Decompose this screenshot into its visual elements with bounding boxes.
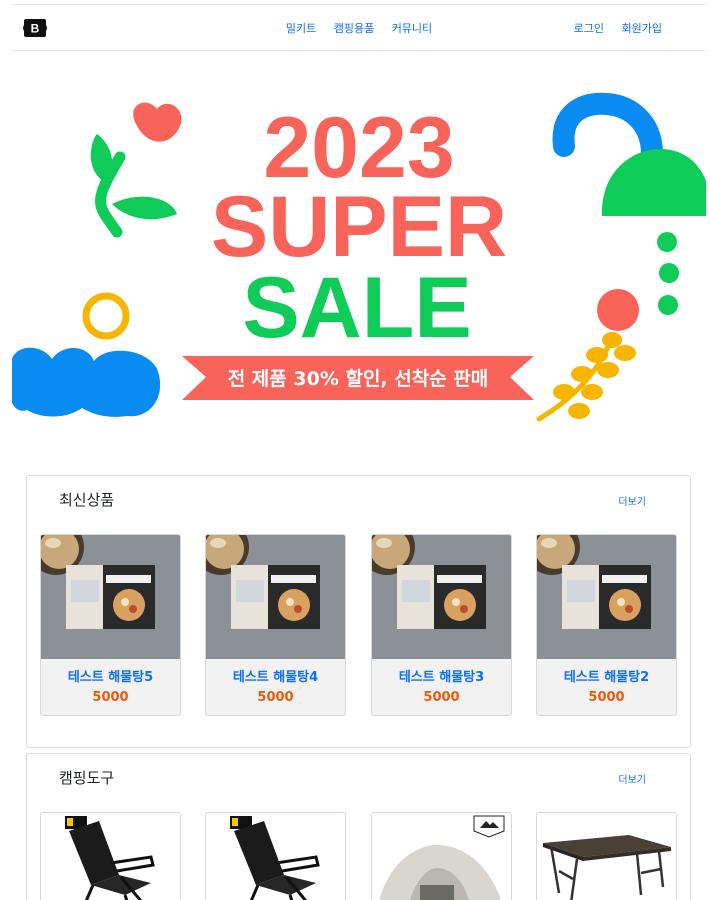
product-price: 5000 [423,690,460,705]
blue-cloud-decoration [12,347,161,417]
green-dome-decoration [601,149,706,216]
product-card[interactable]: 테스트 해물탕2 5000 [536,534,677,716]
new-products-section: 최신상품 더보기 테스트 해물탕5 5000 테스트 해물탕4 5000 테스트… [26,475,691,748]
sale-banner[interactable]: 2023 SUPER SALE 전 제품 30% 할인, 선착순 판매 [12,74,706,444]
more-link-camping[interactable]: 더보기 [618,771,646,786]
tulip-decoration [90,102,182,238]
product-image[interactable] [537,535,676,659]
auth-menu: 로그인 회원가입 [560,20,662,36]
section-title-new: 최신상품 [59,491,115,509]
nav-link-community[interactable]: 커뮤니티 [392,22,432,35]
product-card[interactable] [205,812,346,900]
yellow-branch-decoration [536,332,636,422]
product-image[interactable] [372,535,511,659]
top-navbar: B 밀키트 캠핑용품 커뮤니티 로그인 회원가입 [12,4,706,51]
yellow-ring-decoration [82,292,130,340]
section-title-camping: 캠핑도구 [59,769,115,787]
banner-sale: SALE [242,260,471,356]
nav-link-mealkit[interactable]: 밀키트 [286,22,316,35]
camping-table-image[interactable] [537,813,676,900]
product-image[interactable] [41,535,180,659]
nav-link-camping[interactable]: 캠핑용품 [334,22,374,35]
product-name[interactable]: 테스트 해물탕2 [537,666,676,685]
signup-link[interactable]: 회원가입 [622,22,662,35]
product-card[interactable] [371,812,512,900]
product-image[interactable] [206,535,345,659]
product-price: 5000 [257,690,294,705]
login-link[interactable]: 로그인 [574,22,604,35]
camping-section: 캠핑도구 더보기 [26,753,691,900]
banner-ribbon-text: 전 제품 30% 할인, 선착순 판매 [228,367,489,390]
product-card[interactable]: 테스트 해물탕4 5000 [205,534,346,716]
product-name[interactable]: 테스트 해물탕3 [372,666,511,685]
product-card[interactable]: 테스트 해물탕5 5000 [40,534,181,716]
product-card[interactable]: 테스트 해물탕3 5000 [371,534,512,716]
camping-chair-image[interactable] [206,813,345,900]
product-name[interactable]: 테스트 해물탕5 [41,666,180,685]
camping-chair-image[interactable] [41,813,180,900]
product-card[interactable] [40,812,181,900]
product-price: 5000 [588,690,625,705]
product-price: 5000 [92,690,129,705]
more-link-new[interactable]: 더보기 [618,493,646,508]
product-card[interactable] [536,812,677,900]
product-name[interactable]: 테스트 해물탕4 [206,666,345,685]
blue-arc-decoration [552,92,663,165]
camping-tent-image[interactable] [372,813,511,900]
